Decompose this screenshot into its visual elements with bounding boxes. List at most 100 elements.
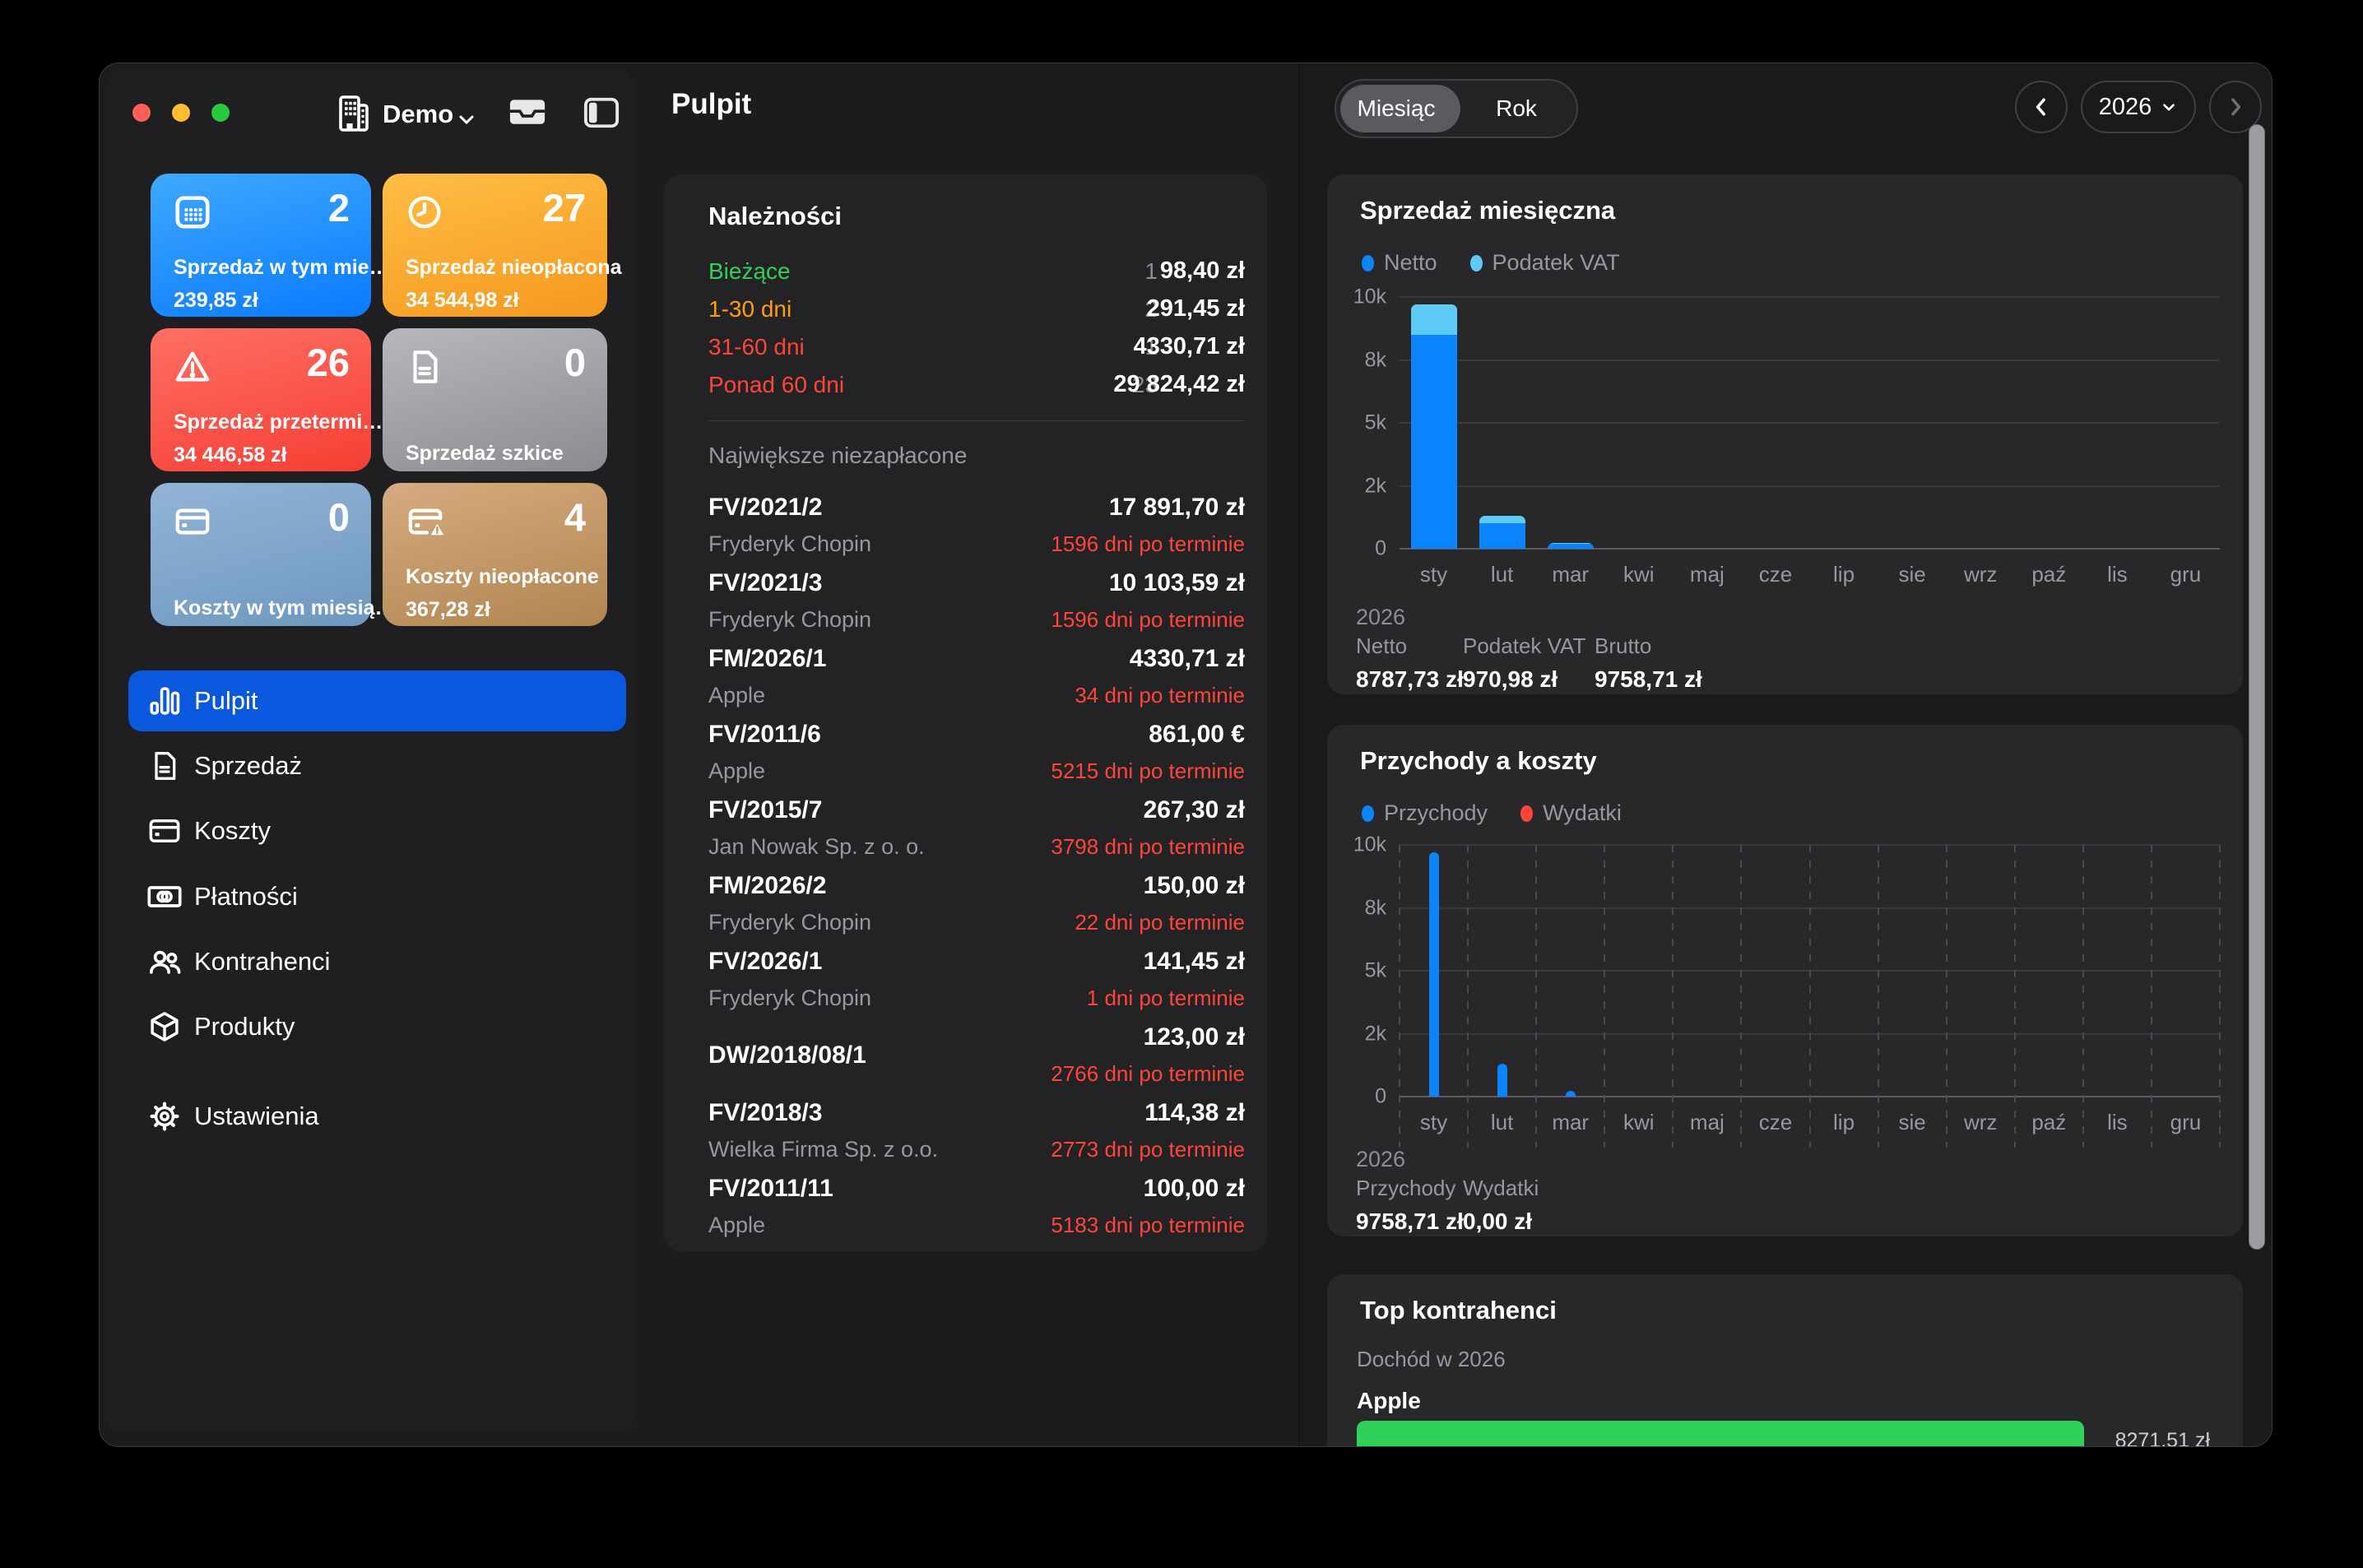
sidebar-panel: Demo 2 Sp [106,70,634,1433]
segment-month[interactable]: Miesiąc [1336,81,1456,137]
chart-bar-segment [1411,304,1457,335]
legend-dot-vat [1470,255,1483,271]
x-tick-label: lut [1491,562,1513,587]
document-icon [406,348,443,386]
monthly-sales-chart: 02k5k8k10kstylutmarkwimajczelipsiewrzpaź… [1400,297,2220,549]
income-costs-chart: 02k5k8k10kstylutmarkwimajczelipsiewrzpaź… [1400,845,2220,1097]
x-tick-label: cze [1759,1110,1792,1135]
chart-bars-icon [146,684,183,718]
y-tick-label: 0 [1337,537,1386,561]
chart-bar-segment [1566,1091,1576,1097]
company-switcher[interactable]: Demo [383,100,453,129]
vertical-gridline [1672,845,1674,1148]
segment-year[interactable]: Rok [1456,81,1576,137]
sidebar-item-produkty[interactable]: Produkty [128,996,626,1057]
summary-year: 2026 [1356,605,1405,630]
tile-sales-unpaid[interactable]: 27 Sprzedaż nieopłacona 34 544,98 zł [383,174,607,317]
summary-income: Przychody 9758,71 zł [1356,1176,1464,1235]
summary-vat: Podatek VAT 970,98 zł [1463,633,1585,693]
unpaid-invoice-row[interactable]: FV/2026/1Fryderyk Chopin141,45 zł1 dni p… [708,944,1245,1020]
invoice-overdue: 5183 dni po terminie [1051,1213,1245,1238]
page-title: Pulpit [671,88,751,121]
tile-label: Sprzedaż w tym mie… [174,256,390,280]
invoice-number: FV/2011/6 [708,721,821,749]
invoice-client: Fryderyk Chopin [708,531,871,557]
chart-bar-segment [1479,516,1525,524]
vertical-gridline [1399,845,1400,1148]
receivables-amount: 4330,71 zł [1134,333,1245,360]
tile-sales-drafts[interactable]: 0 Sprzedaż szkice [383,328,607,471]
y-tick-label: 10k [1337,833,1386,857]
unpaid-invoice-row[interactable]: FV/2021/2Fryderyk Chopin17 891,70 zł1596… [708,490,1245,566]
x-tick-label: kwi [1623,1110,1655,1135]
receivables-amount: 291,45 zł [1147,295,1245,322]
warning-icon [174,348,211,386]
sidebar-item-pulpit[interactable]: Pulpit [128,670,626,731]
chart-bar [1411,304,1457,549]
gridline [1400,485,2220,487]
x-tick-label: paź [2031,562,2066,587]
invoice-number: FV/2018/3 [708,1099,822,1127]
vertical-scrollbar[interactable] [2249,124,2265,1250]
sidebar-item-koszty[interactable]: Koszty [128,800,626,861]
minimize-window-button[interactable] [172,104,190,122]
chart-bar [1566,1091,1576,1097]
sidebar-item-sprzedaz[interactable]: Sprzedaż [128,735,626,796]
unpaid-invoice-row[interactable]: FV/2015/7Jan Nowak Sp. z o. o.267,30 zł3… [708,793,1245,869]
gridline [1400,422,2220,424]
sidebar-item-ustawienia[interactable]: Ustawienia [128,1086,626,1147]
unpaid-invoice-row[interactable]: FM/2026/2Fryderyk Chopin150,00 zł22 dni … [708,869,1245,944]
invoice-overdue: 5215 dni po terminie [1051,758,1245,784]
vertical-gridline [2082,845,2084,1148]
x-tick-label: cze [1759,562,1792,587]
chevron-down-icon[interactable] [455,108,478,131]
unpaid-invoice-row[interactable]: DW/2018/08/1123,00 zł2766 dni po termini… [708,1020,1245,1096]
receivables-heading: Należności [708,202,842,231]
invoice-overdue: 1596 dni po terminie [1051,531,1245,557]
legend-item: Przychody [1362,800,1488,826]
sidebar-item-platnosci[interactable]: Płatności [128,866,626,927]
chevron-left-icon [2029,95,2054,119]
unpaid-list: FV/2021/2Fryderyk Chopin17 891,70 zł1596… [708,490,1245,1247]
unpaid-invoice-row[interactable]: FV/2011/6Apple861,00 €5215 dni po termin… [708,717,1245,793]
x-tick-label: lut [1491,1110,1513,1135]
unpaid-invoice-row[interactable]: FV/2011/11Apple100,00 zł5183 dni po term… [708,1171,1245,1247]
close-window-button[interactable] [132,104,151,122]
tile-sales-this-month[interactable]: 2 Sprzedaż w tym mie… 239,85 zł [151,174,371,317]
tile-costs-unpaid[interactable]: 4 Koszty nieopłacone 367,28 zł [383,483,607,626]
tile-label: Sprzedaż szkice [406,442,564,466]
tile-count: 26 [307,340,350,385]
invoice-overdue: 1 dni po terminie [1087,986,1245,1011]
invoice-client: Wielka Firma Sp. z o.o. [708,1137,938,1162]
unpaid-invoice-row[interactable]: FV/2018/3Wielka Firma Sp. z o.o.114,38 z… [708,1096,1245,1171]
invoice-overdue: 1596 dni po terminie [1051,607,1245,633]
y-tick-label: 0 [1337,1085,1386,1109]
tile-amount: 367,28 zł [406,598,490,622]
legend-dot-expense [1520,805,1533,822]
chart-title: Top kontrahenci [1360,1296,1557,1325]
tile-label: Sprzedaż przetermi… [174,411,383,434]
zoom-window-button[interactable] [211,104,230,122]
x-tick-label: lis [2107,1110,2128,1135]
x-tick-label: mar [1552,562,1589,587]
summary-brutto: Brutto 9758,71 zł [1595,633,1702,693]
chart-bar [1548,543,1594,549]
divider [708,420,1245,421]
sidebar-item-kontrahenci[interactable]: Kontrahenci [128,931,626,992]
y-tick-label: 10k [1337,285,1386,309]
x-tick-label: wrz [1964,562,1997,587]
invoice-number: FM/2026/2 [708,872,826,900]
invoice-overdue: 22 dni po terminie [1075,910,1245,935]
tile-costs-this-month[interactable]: 0 Koszty w tym miesią… [151,483,371,626]
tile-sales-overdue[interactable]: 26 Sprzedaż przetermi… 34 446,58 zł [151,328,371,471]
archive-tray-button[interactable] [509,95,545,131]
toggle-sidebar-button[interactable] [583,95,620,131]
unpaid-invoice-row[interactable]: FM/2026/1Apple4330,71 zł34 dni po termin… [708,642,1245,717]
receivables-amount: 29 824,42 zł [1113,371,1245,398]
chart-bar-segment [1548,544,1594,549]
unpaid-invoice-row[interactable]: FV/2021/3Fryderyk Chopin10 103,59 zł1596… [708,566,1245,642]
chevron-right-icon [2223,95,2248,119]
chart-bar-segment [1548,543,1594,544]
year-dropdown[interactable]: 2026 [2081,81,2196,133]
prev-year-button[interactable] [2015,81,2068,133]
